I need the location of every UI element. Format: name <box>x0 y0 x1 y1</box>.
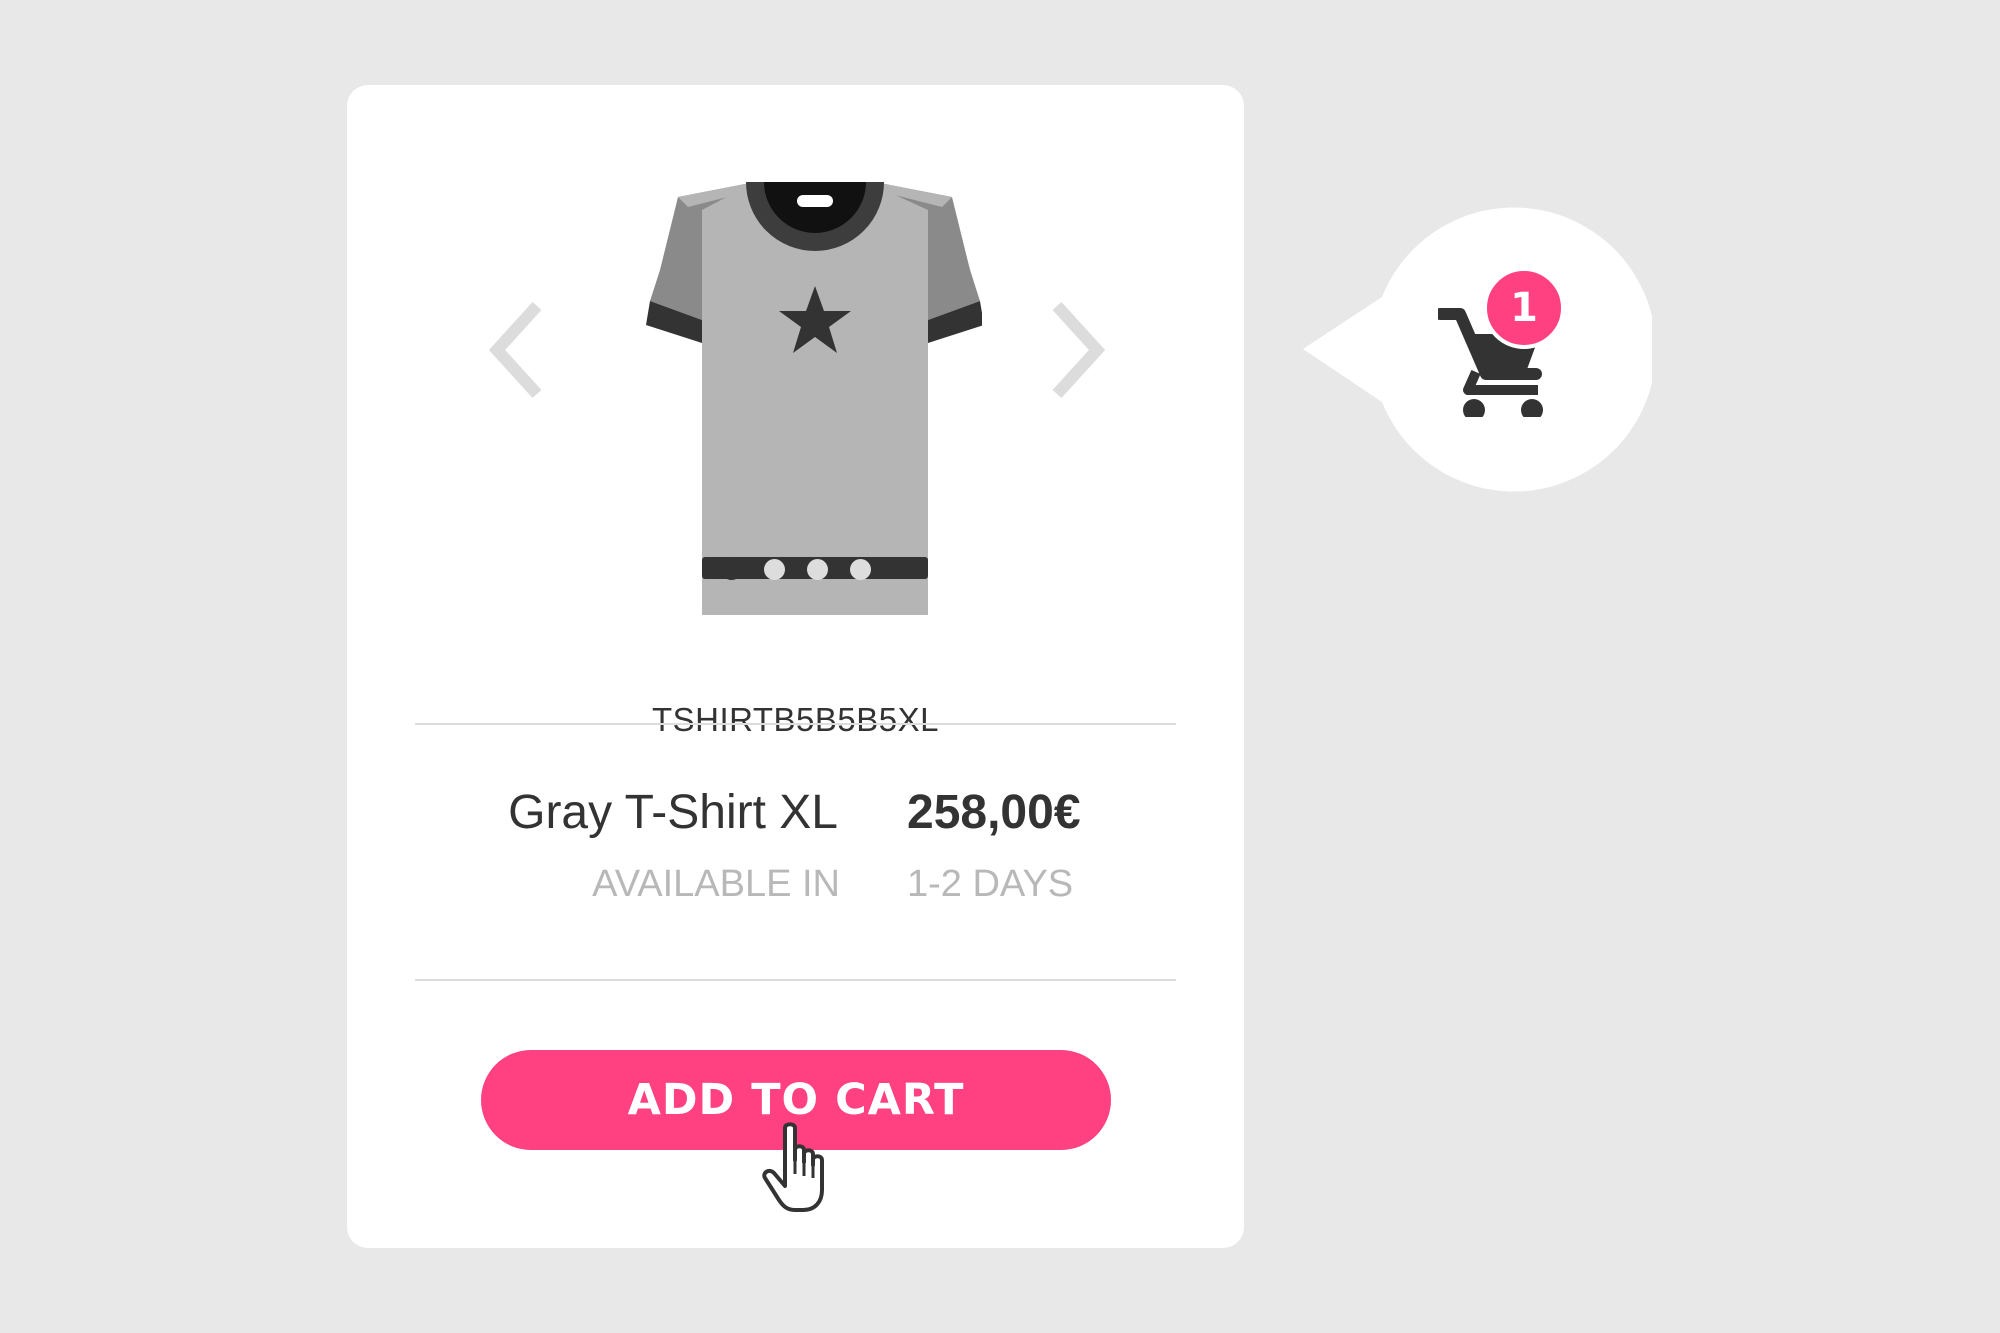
product-card: TSHIRTB5B5B5XL Gray T-Shirt XL 258,00€ A… <box>347 85 1244 1248</box>
product-sku: TSHIRTB5B5B5XL <box>651 701 940 738</box>
carousel-dot-2[interactable] <box>763 559 785 580</box>
product-price: 258,00€ <box>907 786 1081 839</box>
hand-pointer-icon <box>759 1120 839 1215</box>
carousel-dot-4[interactable] <box>849 559 871 580</box>
cart-count-badge: 1 <box>1483 267 1565 349</box>
availability-label: AVAILABLE IN <box>592 863 840 905</box>
carousel-dot-3[interactable] <box>806 559 828 580</box>
product-name: Gray T-Shirt XL <box>508 786 838 839</box>
divider <box>415 723 1176 725</box>
availability-value: 1-2 DAYS <box>907 863 1074 905</box>
chevron-left-icon <box>488 301 542 399</box>
carousel-dot-1[interactable] <box>720 559 742 580</box>
product-image-tshirt <box>612 155 982 615</box>
carousel-next-button[interactable] <box>1047 300 1107 400</box>
divider <box>415 979 1176 981</box>
cart-bubble[interactable]: 1 <box>1300 207 1652 492</box>
chevron-right-icon <box>1052 301 1106 399</box>
carousel-dots <box>347 559 1244 580</box>
carousel-prev-button[interactable] <box>487 300 547 400</box>
